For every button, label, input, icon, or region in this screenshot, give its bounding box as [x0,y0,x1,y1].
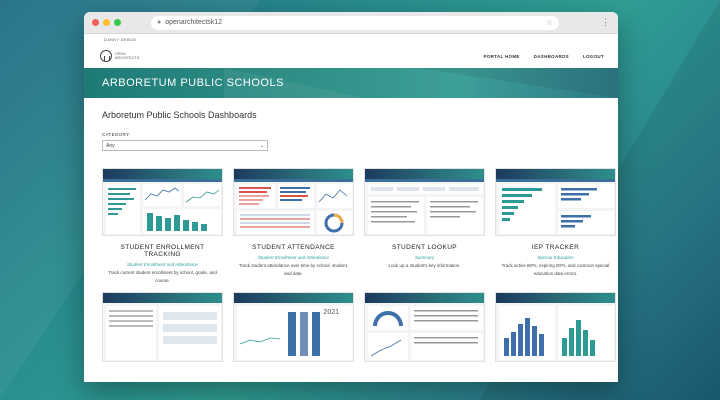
dashboard-grid: STUDENT ENROLLMENT TRACKING Student Enro… [102,168,616,363]
thumbnail-year-label: 2021 [323,309,339,317]
thumbnail-header [103,293,222,304]
maximize-window-button[interactable] [114,19,121,26]
lock-icon: ● [157,19,162,26]
dashboard-thumbnail[interactable] [102,168,223,236]
dashboard-thumbnail[interactable]: 2021 [233,292,354,363]
thumbnail-header [234,293,353,304]
dashboard-card[interactable] [364,292,485,363]
card-category: Student Enrollment and Attendance [127,262,198,267]
category-select[interactable]: Any ⌄ [102,140,268,151]
thumbnail-preview [499,184,614,234]
card-title[interactable]: IEP TRACKER [495,244,616,251]
nav-logout[interactable]: LOGOUT [583,54,604,59]
nav-links: PORTAL HOME DASHBOARDS LOGOUT [484,54,604,59]
dashboard-card[interactable] [495,292,616,363]
url-text: openarchitectsk12 [165,19,223,26]
card-description: Look up a student's key information. [388,263,461,268]
thumbnail-preview [106,306,221,361]
category-label: CATEGORY: [102,132,131,137]
minimize-window-button[interactable] [103,19,110,26]
thumbnail-header [496,293,615,304]
logo-icon [100,50,112,62]
thumbnail-header [365,169,484,179]
site-navbar: OPEN ARCHITECTS PORTAL HOME DASHBOARDS L… [84,44,618,68]
card-category: Summary [414,255,435,260]
dashboard-thumbnail[interactable] [102,292,223,363]
kebab-menu-icon[interactable]: ⋮ [601,18,610,27]
thumbnail-header [496,169,615,179]
dashboard-card-enrollment[interactable]: STUDENT ENROLLMENT TRACKING Student Enro… [102,168,223,284]
dashboard-card-attendance[interactable]: STUDENT ATTENDANCE Student Enrollment an… [233,168,354,284]
thumbnail-preview [368,184,483,234]
hero-banner: ARBORETUM PUBLIC SCHOOLS [84,68,618,98]
card-description: Track student attendance over time by sc… [238,263,349,276]
card-category: Student Enrollment and Attendance [258,255,329,260]
card-title[interactable]: STUDENT ATTENDANCE [233,244,354,251]
hero-title: ARBORETUM PUBLIC SCHOOLS [102,77,284,89]
card-title[interactable]: STUDENT ENROLLMENT TRACKING [102,244,223,258]
browser-window: ● openarchitectsk12 ☆ ⋮ DANNY DEBUG OPEN… [84,12,618,382]
debug-label: DANNY DEBUG [84,34,618,44]
card-title[interactable]: STUDENT LOOKUP [364,244,485,251]
nav-dashboards[interactable]: DASHBOARDS [534,54,569,59]
thumbnail-header [234,169,353,179]
chevron-down-icon: ⌄ [259,142,264,149]
thumbnail-preview [237,184,352,234]
category-selected-value: Any [106,142,115,149]
dashboard-thumbnail[interactable] [233,168,354,236]
address-bar[interactable]: ● openarchitectsk12 ☆ [151,15,559,30]
thumbnail-preview [499,306,614,361]
dashboard-thumbnail[interactable] [364,292,485,363]
browser-titlebar: ● openarchitectsk12 ☆ ⋮ [84,12,618,34]
section-title: Arboretum Public Schools Dashboards [102,110,257,120]
dashboard-thumbnail[interactable] [495,292,616,363]
thumbnail-header [103,169,222,179]
logo-text: OPEN ARCHITECTS [115,51,140,60]
star-icon[interactable]: ☆ [546,18,553,27]
nav-portal-home[interactable]: PORTAL HOME [484,54,520,59]
close-window-button[interactable] [92,19,99,26]
site-logo[interactable]: OPEN ARCHITECTS [100,50,140,62]
dashboard-card-lookup[interactable]: STUDENT LOOKUP Summary Look up a student… [364,168,485,284]
thumbnail-preview [106,184,221,234]
thumbnail-preview [368,306,483,361]
card-description: Track active IEPs, expiring IEPs, and co… [501,263,610,276]
card-category: Special Education [537,255,574,260]
dashboard-thumbnail[interactable] [364,168,485,236]
thumbnail-header [365,293,484,304]
dashboard-card[interactable]: 2021 [233,292,354,363]
card-description: Track current student enrollment by scho… [108,270,217,283]
dashboard-card[interactable] [102,292,223,363]
dashboard-thumbnail[interactable] [495,168,616,236]
main-content: Arboretum Public Schools Dashboards CATE… [84,98,618,363]
dashboard-card-iep[interactable]: IEP TRACKER Special Education Track acti… [495,168,616,284]
